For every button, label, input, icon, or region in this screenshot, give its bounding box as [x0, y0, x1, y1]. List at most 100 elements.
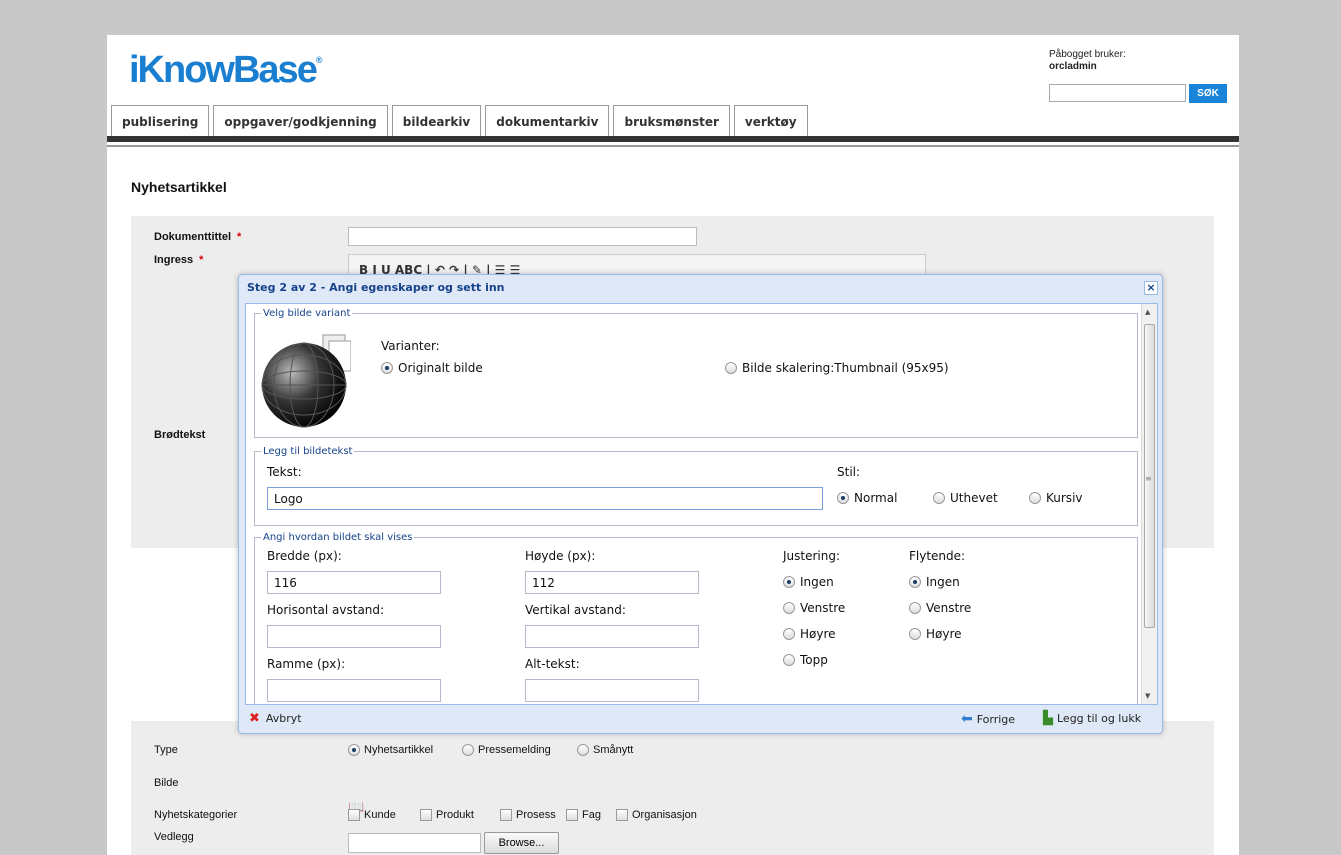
globe-image — [261, 334, 351, 428]
dialog-body: Velg bilde variant Varianter: Originalt … — [245, 303, 1158, 705]
hspace-input[interactable] — [267, 625, 441, 648]
body-text-label: Brødtekst — [154, 429, 206, 441]
style-bold[interactable]: Uthevet — [933, 491, 998, 505]
alt-label: Alt-tekst: — [525, 657, 580, 671]
username: orcladmin — [1049, 61, 1097, 72]
category-prosess[interactable]: Prosess — [500, 809, 556, 821]
category-fag[interactable]: Fag — [566, 809, 601, 821]
variant-thumbnail[interactable]: Bilde skalering:Thumbnail (95x95) — [725, 361, 949, 375]
checkbox-icon — [566, 809, 578, 821]
scroll-down-icon[interactable]: ▼ — [1145, 692, 1150, 700]
border-label: Ramme (px): — [267, 657, 346, 671]
type-option-brief[interactable]: Smånytt — [577, 744, 633, 756]
align-right[interactable]: Høyre — [783, 627, 836, 641]
attachment-label: Vedlegg — [154, 831, 194, 843]
vspace-label: Vertikal avstand: — [525, 603, 626, 617]
tab-publisering[interactable]: publisering — [111, 105, 210, 137]
tab-oppgaver[interactable]: oppgaver/godkjenning — [213, 105, 388, 137]
radio-icon — [783, 628, 795, 640]
caption-fieldset: Legg til bildetekst Tekst: Logo Stil: No… — [254, 446, 1138, 526]
dialog-scrollbar[interactable]: ▲ ≡ ▼ — [1141, 304, 1157, 704]
insert-icon: ▙ — [1043, 711, 1053, 726]
cancel-button[interactable]: ✖ Avbryt — [249, 711, 302, 726]
align-none[interactable]: Ingen — [783, 575, 834, 589]
style-normal[interactable]: Normal — [837, 491, 897, 505]
variant-legend: Velg bilde variant — [263, 308, 351, 319]
radio-icon — [933, 492, 945, 504]
variant-fieldset: Velg bilde variant Varianter: Originalt … — [254, 308, 1138, 438]
align-top[interactable]: Topp — [783, 653, 828, 667]
style-label: Stil: — [837, 465, 861, 479]
image-label: Bilde — [154, 777, 179, 789]
dialog-footer: ✖ Avbryt ⬅ Forrige ▙ Legg til og lukk — [239, 705, 1162, 733]
height-label: Høyde (px): — [525, 549, 596, 563]
radio-icon — [909, 576, 921, 588]
radio-icon — [577, 744, 589, 756]
category-organisasjon[interactable]: Organisasjon — [616, 809, 697, 821]
float-label: Flytende: — [909, 549, 966, 563]
radio-icon — [909, 628, 921, 640]
border-input[interactable] — [267, 679, 441, 702]
tab-bruksmonster[interactable]: bruksmønster — [613, 105, 730, 137]
variant-original[interactable]: Originalt bilde — [381, 361, 483, 375]
align-left[interactable]: Venstre — [783, 601, 845, 615]
arrow-left-icon: ⬅ — [961, 711, 973, 727]
radio-icon — [725, 362, 737, 374]
insert-close-button[interactable]: ▙ Legg til og lukk — [1043, 711, 1141, 726]
doc-title-input[interactable] — [348, 227, 697, 246]
checkbox-icon — [348, 809, 360, 821]
scroll-up-icon[interactable]: ▲ — [1145, 308, 1150, 316]
float-none[interactable]: Ingen — [909, 575, 960, 589]
checkbox-icon — [616, 809, 628, 821]
width-input[interactable]: 116 — [267, 571, 441, 594]
variants-label: Varianter: — [381, 339, 440, 353]
float-left[interactable]: Venstre — [909, 601, 971, 615]
cancel-icon: ✖ — [249, 711, 260, 726]
display-legend: Angi hvordan bildet skal vises — [263, 532, 413, 543]
caption-text-input[interactable]: Logo — [267, 487, 823, 510]
radio-icon — [837, 492, 849, 504]
type-option-press[interactable]: Pressemelding — [462, 744, 551, 756]
logged-in-label: Påbogget bruker: — [1049, 49, 1126, 60]
hspace-label: Horisontal avstand: — [267, 603, 385, 617]
alt-input[interactable] — [525, 679, 699, 702]
radio-icon — [381, 362, 393, 374]
radio-icon — [462, 744, 474, 756]
width-label: Bredde (px): — [267, 549, 342, 563]
attachment-input[interactable] — [348, 833, 481, 853]
caption-legend: Legg til bildetekst — [263, 446, 353, 457]
align-label: Justering: — [783, 549, 841, 563]
height-input[interactable]: 112 — [525, 571, 699, 594]
search-input[interactable] — [1049, 84, 1186, 102]
radio-icon — [1029, 492, 1041, 504]
tab-verktoy[interactable]: verktøy — [733, 105, 808, 137]
category-produkt[interactable]: Produkt — [420, 809, 474, 821]
previous-button[interactable]: ⬅ Forrige — [961, 711, 1015, 727]
logo: iKnowBase® — [129, 49, 323, 91]
page-title: Nyhetsartikkel — [131, 179, 227, 195]
doc-title-label: Dokumenttittel * — [154, 231, 242, 243]
radio-icon — [909, 602, 921, 614]
main-tabs: publisering oppgaver/godkjenning bildear… — [111, 105, 808, 137]
tab-bar-divider-thin — [107, 145, 1239, 147]
search-button[interactable]: SØK — [1189, 84, 1227, 103]
display-fieldset: Angi hvordan bildet skal vises Bredde (p… — [254, 532, 1138, 704]
required-mark: * — [199, 254, 204, 266]
radio-icon — [783, 602, 795, 614]
user-box: Påbogget bruker: orcladmin — [1049, 49, 1126, 73]
vspace-input[interactable] — [525, 625, 699, 648]
radio-icon — [783, 576, 795, 588]
type-option-news[interactable]: Nyhetsartikkel — [348, 744, 433, 756]
style-italic[interactable]: Kursiv — [1029, 491, 1083, 505]
category-label: Nyhetskategorier — [154, 809, 238, 821]
browse-button[interactable]: Browse... — [484, 832, 559, 854]
tab-dokumentarkiv[interactable]: dokumentarkiv — [485, 105, 610, 137]
insert-image-dialog: Steg 2 av 2 - Angi egenskaper og sett in… — [238, 274, 1163, 734]
category-kunde[interactable]: Kunde — [348, 809, 396, 821]
float-right[interactable]: Høyre — [909, 627, 962, 641]
tab-bildearkiv[interactable]: bildearkiv — [391, 105, 482, 137]
dialog-title: Steg 2 av 2 - Angi egenskaper og sett in… — [247, 281, 505, 294]
scroll-grip-icon: ≡ — [1145, 474, 1152, 483]
caption-text-label: Tekst: — [267, 465, 302, 479]
close-icon[interactable]: × — [1144, 281, 1158, 295]
